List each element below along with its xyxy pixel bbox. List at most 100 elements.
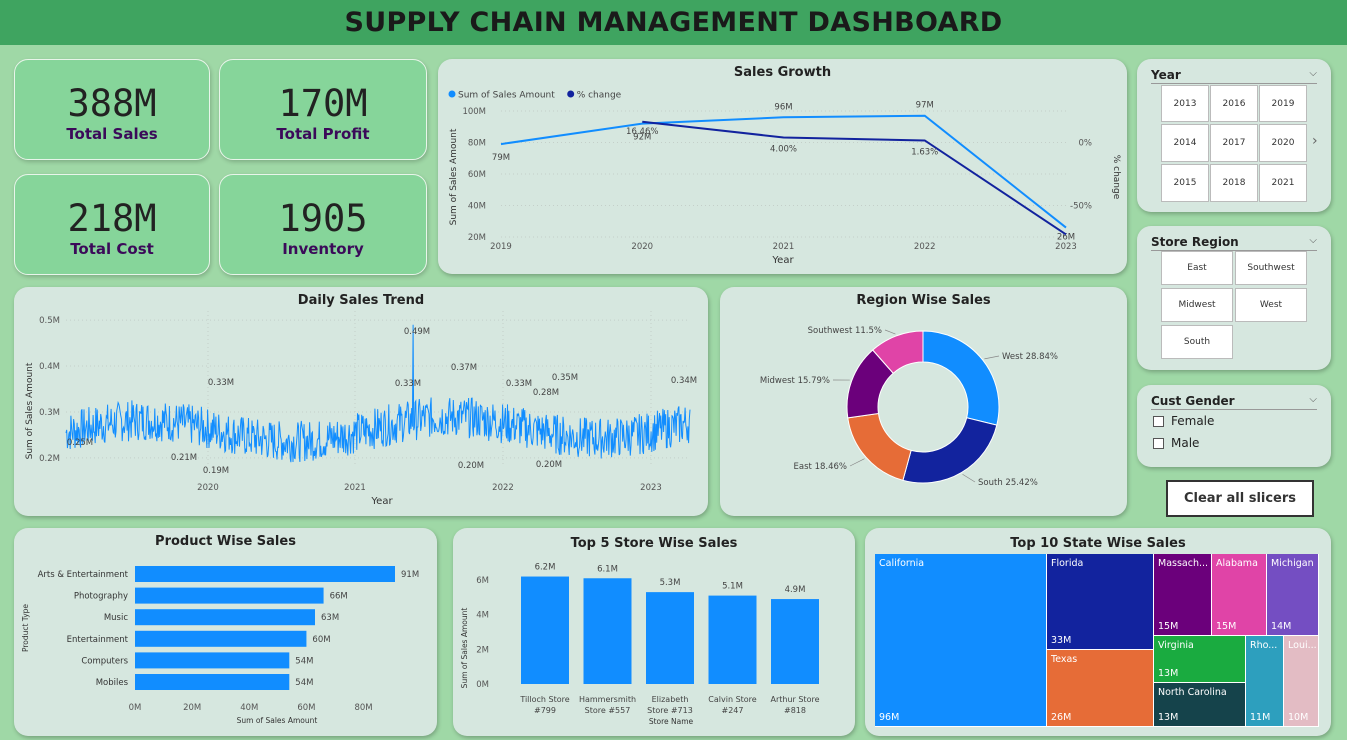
treemap-tile-michigan[interactable]: Michigan 14M xyxy=(1267,554,1319,636)
data-label: 96M xyxy=(774,102,792,112)
y2-tick-label: 0% xyxy=(1079,139,1093,149)
chevron-down-icon[interactable]: ⌵ xyxy=(1309,235,1317,246)
legend-marker xyxy=(567,90,575,98)
treemap-tile-rho-[interactable]: Rho... 11M xyxy=(1246,636,1284,727)
kpi-total-cost[interactable]: 218M Total Cost xyxy=(14,174,210,275)
y-tick-label: 6M xyxy=(476,576,489,586)
data-label: West 28.84% xyxy=(1002,352,1058,362)
tile-name: North Carolina xyxy=(1158,687,1227,698)
gender-option-male[interactable]: Male xyxy=(1153,436,1199,450)
y2-axis-label: % change xyxy=(1111,155,1121,200)
data-label: 1.63% xyxy=(911,147,938,157)
product-sales-card[interactable]: Product Wise Sales Arts & Entertainment 9… xyxy=(14,528,437,736)
gender-slicer[interactable]: Cust Gender ⌵ Female Male xyxy=(1137,385,1331,467)
year-slicer[interactable]: Year ⌵ 2013 2016 2019 2014 2017 2020 201… xyxy=(1137,59,1331,212)
tile-name: California xyxy=(879,558,925,569)
data-label: 0.33M xyxy=(506,379,532,389)
region-option[interactable]: West xyxy=(1235,288,1307,322)
year-option[interactable]: 2018 xyxy=(1210,164,1258,202)
clear-slicers-button[interactable]: Clear all slicers xyxy=(1166,480,1314,517)
checkbox[interactable] xyxy=(1153,415,1164,427)
y-tick-label: 0.5M xyxy=(39,316,60,326)
data-label: 0.33M xyxy=(395,379,421,389)
y-tick-label: 40M xyxy=(468,202,486,212)
chevron-down-icon[interactable]: ⌵ xyxy=(1309,394,1317,405)
bar-store-1 xyxy=(521,576,569,684)
region-sales-card[interactable]: Region Wise Sales West 28.84% South 25.42… xyxy=(720,287,1127,516)
year-option[interactable]: 2021 xyxy=(1259,164,1307,202)
chevron-down-icon[interactable]: ⌵ xyxy=(1309,68,1317,79)
data-label: Midwest 15.79% xyxy=(760,376,830,386)
tile-name: Michigan xyxy=(1271,558,1314,569)
data-label: 6.2M xyxy=(535,563,556,573)
product-bar-chart: Arts & Entertainment 91M Photography 66M Mus… xyxy=(21,566,419,725)
data-label: 0.20M xyxy=(536,460,562,470)
data-label: 0.21M xyxy=(171,453,197,463)
y-axis-label: Sum of Sales Amount xyxy=(25,362,35,459)
kpi-total-sales[interactable]: 388M Total Sales xyxy=(14,59,210,160)
slicer-title: Cust Gender xyxy=(1151,394,1235,408)
kpi-total-profit[interactable]: 170M Total Profit xyxy=(219,59,427,160)
donut-slice-east xyxy=(847,412,912,481)
treemap-tile-california[interactable]: California 96M xyxy=(875,554,1047,727)
year-option[interactable]: 2019 xyxy=(1259,85,1307,122)
legend-marker xyxy=(448,90,456,98)
region-option[interactable]: East xyxy=(1161,251,1233,285)
year-option[interactable]: 2020 xyxy=(1259,124,1307,162)
bar-store-3 xyxy=(646,592,694,684)
donut-slice-west xyxy=(922,330,1000,426)
year-option[interactable]: 2014 xyxy=(1161,124,1209,162)
legend-label: Sum of Sales Amount xyxy=(458,91,555,101)
region-option[interactable]: Southwest xyxy=(1235,251,1307,285)
x-axis-label: Sum of Sales Amount xyxy=(237,716,318,725)
treemap-tile-florida[interactable]: Florida 33M xyxy=(1047,554,1154,650)
category-label: Tilloch Store xyxy=(519,695,569,704)
data-label: South 25.42% xyxy=(978,478,1038,488)
gender-option-female[interactable]: Female xyxy=(1153,414,1214,428)
data-label: 0.25M xyxy=(67,438,93,448)
bar-store-5 xyxy=(771,599,819,684)
data-label: 97M xyxy=(916,101,934,111)
store-sales-card[interactable]: Top 5 Store Wise Sales 6M 4M 2M 0M 6.2M Tillo… xyxy=(453,528,855,736)
category-label: Photography xyxy=(74,592,128,602)
category-label: #818 xyxy=(784,706,806,715)
treemap-tile-texas[interactable]: Texas 26M xyxy=(1047,650,1154,727)
checkbox[interactable] xyxy=(1153,437,1164,449)
year-option[interactable]: 2017 xyxy=(1210,124,1258,162)
year-option[interactable]: 2015 xyxy=(1161,164,1209,202)
region-option[interactable]: South xyxy=(1161,325,1233,359)
tile-value: 13M xyxy=(1158,668,1179,679)
treemap-tile-massach-[interactable]: Massach... 15M xyxy=(1154,554,1212,636)
chevron-right-icon[interactable]: › xyxy=(1312,133,1318,149)
category-label: #799 xyxy=(534,706,556,715)
kpi-inventory[interactable]: 1905 Inventory xyxy=(219,174,427,275)
category-label: Store #557 xyxy=(585,706,631,715)
treemap-tile-loui-[interactable]: Loui... 10M xyxy=(1284,636,1319,727)
x-axis-label: Year xyxy=(370,496,393,507)
year-option[interactable]: 2013 xyxy=(1161,85,1209,122)
category-label: Entertainment xyxy=(67,635,129,645)
sales-growth-card[interactable]: Sales Growth Sum of Sales Amount% change… xyxy=(438,59,1127,274)
data-label: 5.1M xyxy=(722,582,743,592)
state-sales-card[interactable]: Top 10 State Wise Sales California 96M Flo… xyxy=(865,528,1331,736)
region-slicer[interactable]: Store Region ⌵ East Southwest Midwest We… xyxy=(1137,226,1331,370)
x-tick-label: 2023 xyxy=(1055,242,1077,252)
slicer-title: Store Region xyxy=(1151,235,1239,249)
tile-name: Alabama xyxy=(1216,558,1258,569)
treemap-tile-virginia[interactable]: Virginia 13M xyxy=(1154,636,1246,683)
chart-title: Top 10 State Wise Sales xyxy=(1010,536,1186,551)
x-tick-label: 2021 xyxy=(344,483,366,493)
treemap-tile-north-carolina[interactable]: North Carolina 13M xyxy=(1154,683,1246,727)
region-option[interactable]: Midwest xyxy=(1161,288,1233,322)
option-label: Male xyxy=(1171,436,1200,450)
kpi-label: Total Sales xyxy=(66,125,158,143)
y-tick-label: 20M xyxy=(468,233,486,243)
bar-mobiles xyxy=(135,674,290,690)
x-tick-label: 2023 xyxy=(640,483,662,493)
year-option[interactable]: 2016 xyxy=(1210,85,1258,122)
data-label: 91M xyxy=(401,570,419,580)
kpi-value: 388M xyxy=(67,82,157,125)
tile-name: Texas xyxy=(1051,654,1078,665)
daily-trend-card[interactable]: Daily Sales Trend 0.5M 0.4M 0.3M 0.2M 2020 20… xyxy=(14,287,708,516)
treemap-tile-alabama[interactable]: Alabama 15M xyxy=(1212,554,1267,636)
